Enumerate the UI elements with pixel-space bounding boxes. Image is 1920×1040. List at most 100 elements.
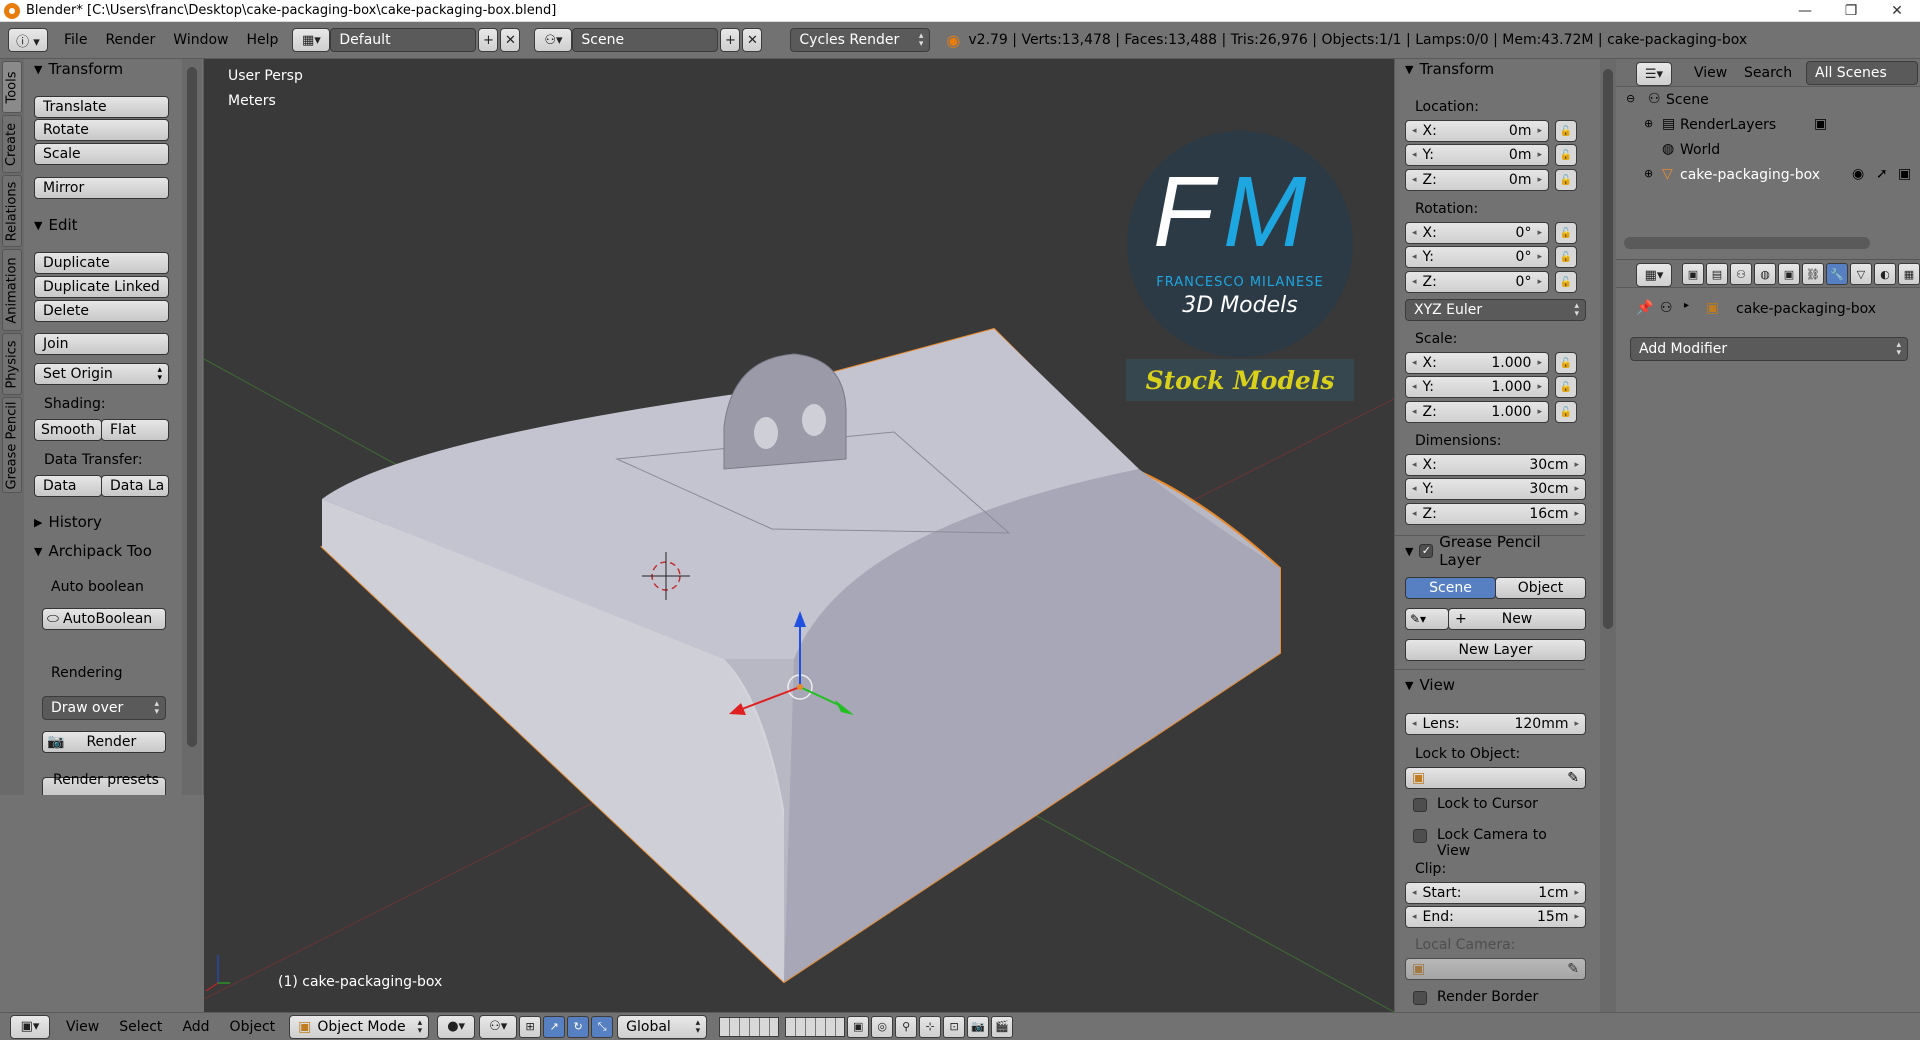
lock-icon[interactable]: 🔓	[1555, 401, 1577, 423]
lock-to-cursor-checkbox[interactable]	[1413, 798, 1427, 812]
lock-icon[interactable]: 🔓	[1555, 169, 1577, 191]
viewport-shading-icon[interactable]: ●▾	[437, 1014, 476, 1039]
mode-select[interactable]: ▣ Object Mode ▴ ▾	[289, 1014, 430, 1039]
render-engine-select[interactable]: Cycles Render ▴ ▾	[790, 28, 931, 52]
rotation-mode-select[interactable]: XYZ Euler ▴ ▾	[1405, 299, 1586, 321]
pencil-icon[interactable]: ✎▾	[1405, 608, 1449, 630]
menu-window[interactable]: Window	[173, 32, 228, 48]
menu-help[interactable]: Help	[246, 32, 278, 48]
gp-new-button[interactable]: + New	[1448, 608, 1586, 630]
render-tab-icon[interactable]: ▣	[1682, 263, 1704, 285]
3d-viewport[interactable]: User Persp Meters (1) cake-packaging-box…	[204, 59, 1394, 1012]
menu-file[interactable]: File	[64, 32, 87, 48]
snap-icon[interactable]: ⚲	[895, 1015, 918, 1038]
tab-grease-pencil[interactable]: Grease Pencil	[2, 397, 22, 493]
menu-view[interactable]: View	[66, 1019, 99, 1035]
rotate-manipulator-icon[interactable]: ↻	[567, 1015, 590, 1038]
grease-pencil-header[interactable]: ▼ ✓ Grease Pencil Layer	[1405, 533, 1584, 569]
local-camera-field[interactable]: ▣ ✎	[1405, 958, 1586, 980]
layers-tab-icon[interactable]: ▤	[1706, 263, 1728, 285]
properties-editor-icon[interactable]: ▦▾	[1636, 263, 1672, 287]
outliner-search-menu[interactable]: Search	[1744, 65, 1792, 81]
tab-animation[interactable]: Animation	[2, 249, 22, 331]
transform-orientation-select[interactable]: Global ▴ ▾	[617, 1014, 708, 1039]
view-panel-header[interactable]: ▼ View	[1405, 675, 1455, 695]
outliner-row-renderlayers[interactable]: ⊕ ▤ RenderLayers ▣	[1616, 116, 1920, 136]
scene-tab-icon[interactable]: ⚇	[1730, 263, 1752, 285]
screen-layout-select[interactable]: Default	[330, 28, 477, 52]
rotate-button[interactable]: Rotate	[34, 119, 169, 141]
location-z-field[interactable]: Z:0m	[1405, 169, 1549, 191]
flat-button[interactable]: Flat	[101, 419, 169, 441]
layer-buttons-group-1[interactable]	[719, 1016, 780, 1037]
menu-object[interactable]: Object	[230, 1019, 276, 1035]
transform-properties-header[interactable]: ▼ Transform	[1405, 59, 1494, 79]
join-button[interactable]: Join	[34, 333, 169, 355]
lock-icon[interactable]: 🔓	[1555, 246, 1577, 268]
gp-object-toggle[interactable]: Object	[1495, 577, 1586, 599]
object-tab-icon[interactable]: ▣	[1778, 263, 1800, 285]
dimension-z-field[interactable]: Z:16cm	[1405, 503, 1586, 525]
outliner-view-menu[interactable]: View	[1694, 65, 1727, 81]
translate-manipulator-icon[interactable]: ↗	[543, 1015, 566, 1038]
material-tab-icon[interactable]: ◐	[1874, 263, 1896, 285]
tool-shelf-scrollbar[interactable]	[182, 59, 202, 795]
menu-render[interactable]: Render	[105, 32, 155, 48]
rotation-z-field[interactable]: Z:0°	[1405, 271, 1549, 293]
lock-layers-icon[interactable]: ▣	[847, 1015, 870, 1038]
proportional-edit-icon[interactable]: ◎	[871, 1015, 894, 1038]
render-button[interactable]: 📷 Render	[42, 731, 166, 753]
tab-physics[interactable]: Physics	[2, 333, 22, 395]
editor-type-3dview-icon[interactable]: ▣▾	[10, 1014, 50, 1039]
pin-icon[interactable]: 📌	[1636, 300, 1653, 316]
modifiers-wrench-icon[interactable]: 🔧	[1826, 263, 1848, 285]
lock-icon[interactable]: 🔓	[1555, 144, 1577, 166]
data-transfer-button[interactable]: Data	[34, 475, 102, 497]
outliner-row-world[interactable]: ◍ World	[1616, 141, 1920, 161]
tab-tools[interactable]: Tools	[2, 61, 22, 113]
texture-tab-icon[interactable]: ▦	[1898, 263, 1920, 285]
lock-object-field[interactable]: ▣ ✎	[1405, 767, 1586, 789]
archipack-panel-header[interactable]: ▼ Archipack Too	[34, 541, 152, 561]
edit-panel-header[interactable]: ▼ Edit	[34, 215, 78, 235]
world-tab-icon[interactable]: ◍	[1754, 263, 1776, 285]
data-layout-button[interactable]: Data La	[101, 475, 169, 497]
lock-icon[interactable]: 🔓	[1555, 120, 1577, 142]
manipulator-toggle-icon[interactable]: ⊞	[519, 1015, 542, 1038]
draw-over-select[interactable]: Draw over ▴ ▾	[42, 696, 166, 720]
location-y-field[interactable]: Y:0m	[1405, 144, 1549, 166]
autoboolean-button[interactable]: ⬭ AutoBoolean	[42, 608, 166, 630]
scale-manipulator-icon[interactable]: ⤡	[591, 1015, 614, 1038]
location-x-field[interactable]: X:0m	[1405, 120, 1549, 142]
snap-element-icon[interactable]: ⊹	[919, 1015, 942, 1038]
snap-target-icon[interactable]: ⊡	[943, 1015, 966, 1038]
constraints-tab-icon[interactable]: ⛓	[1802, 263, 1824, 285]
mirror-button[interactable]: Mirror	[34, 177, 169, 199]
opengl-render-icon[interactable]: 📷	[967, 1015, 990, 1038]
outliner-row-scene[interactable]: ⊖ ⚇ Scene	[1616, 91, 1920, 111]
scale-button[interactable]: Scale	[34, 143, 169, 165]
add-layout-icon[interactable]: +	[478, 28, 499, 52]
scale-y-field[interactable]: Y:1.000	[1405, 376, 1549, 398]
editor-type-info-icon[interactable]: ⓘ ▾	[8, 28, 48, 52]
rotation-x-field[interactable]: X:0°	[1405, 222, 1549, 244]
gp-scene-toggle[interactable]: Scene	[1405, 577, 1496, 599]
screen-layout-icon[interactable]: ▦▾	[292, 28, 331, 52]
lock-icon[interactable]: 🔓	[1555, 271, 1577, 293]
delete-button[interactable]: Delete	[34, 300, 169, 322]
render-border-checkbox[interactable]	[1413, 991, 1427, 1005]
scale-z-field[interactable]: Z:1.000	[1405, 401, 1549, 423]
dimension-y-field[interactable]: Y:30cm	[1405, 478, 1586, 500]
opengl-animation-icon[interactable]: 🎬	[991, 1015, 1014, 1038]
transform-panel-header[interactable]: ▼ Transform	[34, 59, 123, 79]
outliner-editor-icon[interactable]: ☰▾	[1636, 62, 1672, 86]
remove-scene-icon[interactable]: ✕	[742, 28, 763, 52]
layer-buttons-group-2[interactable]	[785, 1016, 846, 1037]
dimension-x-field[interactable]: X:30cm	[1405, 454, 1586, 476]
close-button[interactable]: ✕	[1874, 0, 1920, 22]
scale-x-field[interactable]: X:1.000	[1405, 352, 1549, 374]
data-tab-icon[interactable]: ▽	[1850, 263, 1872, 285]
smooth-button[interactable]: Smooth	[34, 419, 102, 441]
tab-create[interactable]: Create	[2, 115, 22, 173]
lens-field[interactable]: Lens:120mm	[1405, 713, 1586, 735]
